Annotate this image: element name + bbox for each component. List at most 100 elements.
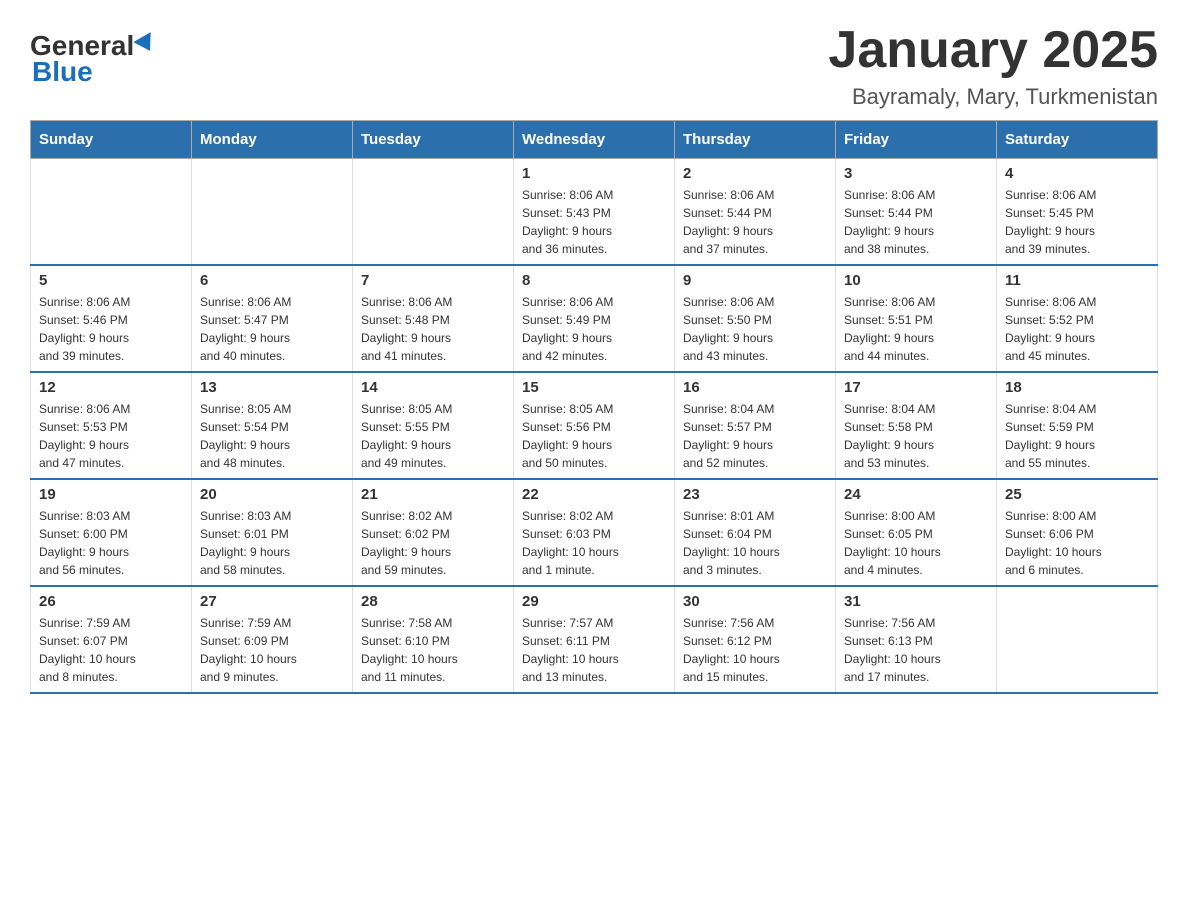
day-number: 5 (39, 272, 183, 289)
day-number: 30 (683, 593, 827, 610)
calendar-cell: 19Sunrise: 8:03 AM Sunset: 6:00 PM Dayli… (31, 479, 192, 586)
day-number: 20 (200, 486, 344, 503)
day-info: Sunrise: 8:03 AM Sunset: 6:01 PM Dayligh… (200, 507, 344, 579)
page-subtitle: Bayramaly, Mary, Turkmenistan (828, 84, 1158, 110)
day-info: Sunrise: 8:05 AM Sunset: 5:55 PM Dayligh… (361, 400, 505, 472)
day-number: 25 (1005, 486, 1149, 503)
calendar-header-thursday: Thursday (675, 121, 836, 159)
calendar-week-5: 26 Sunrise: 7:59 AM Sunset: 6:07 PM Dayli… (31, 586, 1158, 693)
day-number: 6 (200, 272, 344, 289)
day-number: 13 (200, 379, 344, 396)
day-info: Sunrise: 8:06 AM Sunset: 5:52 PM Dayligh… (1005, 293, 1149, 365)
calendar-cell: 31 Sunrise: 7:56 AM Sunset: 6:13 PM Dayli… (836, 586, 997, 693)
day-number: 16 (683, 379, 827, 396)
calendar-cell: 3 Sunrise: 8:06 AM Sunset: 5:44 PM Daylig… (836, 159, 997, 266)
day-number: 4 (1005, 165, 1149, 182)
day-number: 28 (361, 593, 505, 610)
day-number: 2 (683, 165, 827, 182)
day-number: 19 (39, 486, 183, 503)
day-info: Sunrise: 8:06 AM Sunset: 5:44 PM Dayligh… (844, 186, 988, 258)
calendar-cell: 20 Sunrise: 8:03 AM Sunset: 6:01 PM Dayli… (192, 479, 353, 586)
day-info: Sunrise: 8:02 AM Sunset: 6:03 PM Dayligh… (522, 507, 666, 579)
day-info: Sunrise: 8:06 AM Sunset: 5:45 PM Dayligh… (1005, 186, 1149, 258)
calendar-week-1: 1Sunrise: 8:06 AM Sunset: 5:43 PM Daylig… (31, 159, 1158, 266)
calendar-week-2: 5 Sunrise: 8:06 AM Sunset: 5:46 PM Daylig… (31, 265, 1158, 372)
day-info: Sunrise: 7:59 AM Sunset: 6:07 PM Dayligh… (39, 614, 183, 686)
calendar-cell: 30Sunrise: 7:56 AM Sunset: 6:12 PM Dayli… (675, 586, 836, 693)
day-number: 15 (522, 379, 666, 396)
day-info: Sunrise: 8:00 AM Sunset: 6:06 PM Dayligh… (1005, 507, 1149, 579)
calendar-cell (31, 159, 192, 266)
day-number: 29 (522, 593, 666, 610)
calendar-header-row: SundayMondayTuesdayWednesdayThursdayFrid… (31, 121, 1158, 159)
calendar-header-tuesday: Tuesday (353, 121, 514, 159)
day-number: 27 (200, 593, 344, 610)
day-info: Sunrise: 7:56 AM Sunset: 6:13 PM Dayligh… (844, 614, 988, 686)
calendar-header-wednesday: Wednesday (514, 121, 675, 159)
calendar-cell: 17Sunrise: 8:04 AM Sunset: 5:58 PM Dayli… (836, 372, 997, 479)
calendar-table: SundayMondayTuesdayWednesdayThursdayFrid… (30, 120, 1158, 694)
calendar-cell: 28 Sunrise: 7:58 AM Sunset: 6:10 PM Dayli… (353, 586, 514, 693)
calendar-cell: 16 Sunrise: 8:04 AM Sunset: 5:57 PM Dayli… (675, 372, 836, 479)
day-number: 12 (39, 379, 183, 396)
page-title: January 2025 (828, 20, 1158, 80)
day-info: Sunrise: 8:05 AM Sunset: 5:54 PM Dayligh… (200, 400, 344, 472)
calendar-cell: 12 Sunrise: 8:06 AM Sunset: 5:53 PM Dayli… (31, 372, 192, 479)
calendar-cell: 7 Sunrise: 8:06 AM Sunset: 5:48 PM Daylig… (353, 265, 514, 372)
calendar-header-friday: Friday (836, 121, 997, 159)
calendar-cell (192, 159, 353, 266)
page-header: General Blue January 2025 Bayramaly, Mar… (30, 20, 1158, 110)
calendar-cell: 18 Sunrise: 8:04 AM Sunset: 5:59 PM Dayli… (997, 372, 1158, 479)
day-info: Sunrise: 8:01 AM Sunset: 6:04 PM Dayligh… (683, 507, 827, 579)
calendar-cell: 21Sunrise: 8:02 AM Sunset: 6:02 PM Dayli… (353, 479, 514, 586)
calendar-cell: 29 Sunrise: 7:57 AM Sunset: 6:11 PM Dayli… (514, 586, 675, 693)
day-number: 3 (844, 165, 988, 182)
day-number: 7 (361, 272, 505, 289)
day-number: 31 (844, 593, 988, 610)
day-info: Sunrise: 8:04 AM Sunset: 5:59 PM Dayligh… (1005, 400, 1149, 472)
calendar-cell: 23 Sunrise: 8:01 AM Sunset: 6:04 PM Dayli… (675, 479, 836, 586)
day-number: 18 (1005, 379, 1149, 396)
calendar-cell: 2 Sunrise: 8:06 AM Sunset: 5:44 PM Daylig… (675, 159, 836, 266)
day-number: 26 (39, 593, 183, 610)
day-info: Sunrise: 7:58 AM Sunset: 6:10 PM Dayligh… (361, 614, 505, 686)
day-info: Sunrise: 8:06 AM Sunset: 5:53 PM Dayligh… (39, 400, 183, 472)
calendar-week-3: 12 Sunrise: 8:06 AM Sunset: 5:53 PM Dayli… (31, 372, 1158, 479)
day-info: Sunrise: 8:06 AM Sunset: 5:49 PM Dayligh… (522, 293, 666, 365)
day-info: Sunrise: 8:00 AM Sunset: 6:05 PM Dayligh… (844, 507, 988, 579)
title-section: January 2025 Bayramaly, Mary, Turkmenist… (828, 20, 1158, 110)
calendar-cell: 22 Sunrise: 8:02 AM Sunset: 6:03 PM Dayli… (514, 479, 675, 586)
calendar-header-sunday: Sunday (31, 121, 192, 159)
calendar-week-4: 19Sunrise: 8:03 AM Sunset: 6:00 PM Dayli… (31, 479, 1158, 586)
calendar-cell: 5 Sunrise: 8:06 AM Sunset: 5:46 PM Daylig… (31, 265, 192, 372)
day-number: 21 (361, 486, 505, 503)
day-number: 23 (683, 486, 827, 503)
day-number: 10 (844, 272, 988, 289)
day-info: Sunrise: 8:06 AM Sunset: 5:44 PM Dayligh… (683, 186, 827, 258)
day-info: Sunrise: 8:04 AM Sunset: 5:57 PM Dayligh… (683, 400, 827, 472)
day-number: 9 (683, 272, 827, 289)
day-number: 22 (522, 486, 666, 503)
calendar-cell: 6Sunrise: 8:06 AM Sunset: 5:47 PM Daylig… (192, 265, 353, 372)
calendar-cell: 14 Sunrise: 8:05 AM Sunset: 5:55 PM Dayli… (353, 372, 514, 479)
calendar-cell: 11Sunrise: 8:06 AM Sunset: 5:52 PM Dayli… (997, 265, 1158, 372)
day-info: Sunrise: 8:06 AM Sunset: 5:46 PM Dayligh… (39, 293, 183, 365)
calendar-cell (353, 159, 514, 266)
day-number: 1 (522, 165, 666, 182)
day-info: Sunrise: 7:57 AM Sunset: 6:11 PM Dayligh… (522, 614, 666, 686)
day-number: 14 (361, 379, 505, 396)
logo-triangle-icon (134, 32, 159, 56)
day-info: Sunrise: 8:06 AM Sunset: 5:48 PM Dayligh… (361, 293, 505, 365)
calendar-cell: 24Sunrise: 8:00 AM Sunset: 6:05 PM Dayli… (836, 479, 997, 586)
calendar-cell: 15 Sunrise: 8:05 AM Sunset: 5:56 PM Dayli… (514, 372, 675, 479)
logo-blue-text: Blue (32, 56, 93, 88)
day-number: 8 (522, 272, 666, 289)
calendar-header-monday: Monday (192, 121, 353, 159)
day-number: 17 (844, 379, 988, 396)
calendar-header-saturday: Saturday (997, 121, 1158, 159)
calendar-cell: 27Sunrise: 7:59 AM Sunset: 6:09 PM Dayli… (192, 586, 353, 693)
calendar-cell: 4 Sunrise: 8:06 AM Sunset: 5:45 PM Daylig… (997, 159, 1158, 266)
calendar-cell: 8 Sunrise: 8:06 AM Sunset: 5:49 PM Daylig… (514, 265, 675, 372)
day-info: Sunrise: 8:05 AM Sunset: 5:56 PM Dayligh… (522, 400, 666, 472)
day-info: Sunrise: 8:06 AM Sunset: 5:50 PM Dayligh… (683, 293, 827, 365)
